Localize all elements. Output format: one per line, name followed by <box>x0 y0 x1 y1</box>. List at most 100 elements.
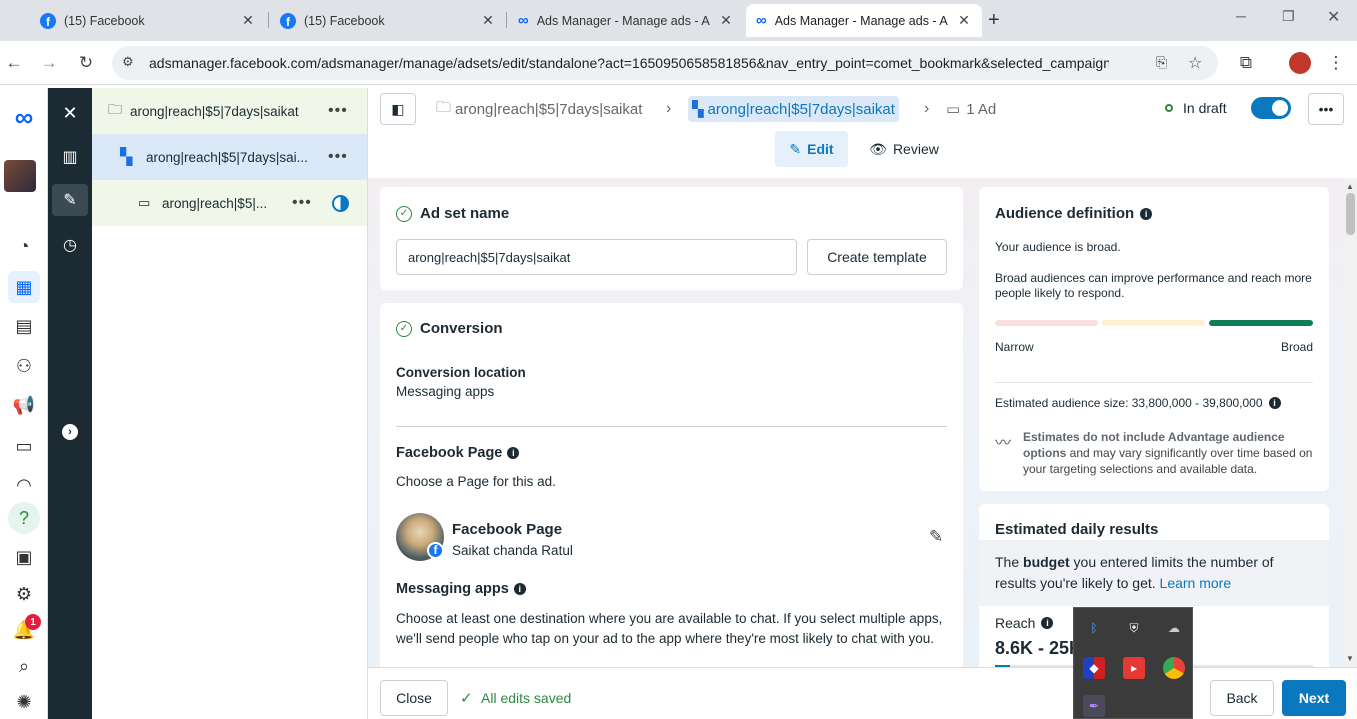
news-icon[interactable]: ▣ <box>8 541 40 573</box>
close-button[interactable]: Close <box>380 680 448 716</box>
close-tab-icon[interactable]: ✕ <box>480 12 496 29</box>
reports-icon[interactable]: ▤ <box>8 310 40 342</box>
bookmark-star-icon[interactable]: ☆ <box>1188 53 1202 73</box>
close-tab-icon[interactable]: ✕ <box>718 12 734 29</box>
info-icon[interactable]: i <box>507 447 520 459</box>
adset-grid-icon: ▚ <box>120 149 133 166</box>
editor-header: ◧ 🗀 arong|reach|$5|7days|saikat › ▚ aron… <box>368 88 1357 178</box>
scroll-up-icon[interactable]: ▲ <box>1346 182 1354 191</box>
audience-broad-text: Your audience is broad. <box>995 240 1121 254</box>
trend-icon: 〰 <box>995 435 1012 452</box>
scrollbar-thumb[interactable] <box>1346 193 1355 235</box>
extensions-icon[interactable]: ⧉ <box>1234 53 1258 73</box>
browser-tab-bar: f (15) Facebook ✕ f (15) Facebook ✕ ∞ Ad… <box>0 0 1357 41</box>
breadcrumb-ad[interactable]: ▭ 1 Ad <box>946 96 996 122</box>
edit-pencil-icon[interactable]: ✎ <box>52 184 88 216</box>
campaign-more-icon[interactable]: ••• <box>328 102 348 120</box>
chrome-icon[interactable] <box>1163 657 1185 679</box>
close-tab-icon[interactable]: ✕ <box>956 12 972 29</box>
facebook-icon: f <box>280 12 296 29</box>
reload-icon[interactable]: ↻ <box>74 53 98 73</box>
adset-more-icon[interactable]: ••• <box>328 148 348 166</box>
tab-divider <box>506 12 507 28</box>
next-button[interactable]: Next <box>1282 680 1346 716</box>
tree-adset-row[interactable]: ▚ arong|reach|$5|7days|sai... ••• <box>92 134 367 180</box>
expand-panel-icon[interactable]: › <box>54 416 86 448</box>
learn-more-link[interactable]: Learn more <box>1160 575 1232 591</box>
screen-recorder-icon[interactable]: ▸ <box>1123 657 1145 679</box>
reach-row: Reach i <box>995 615 1054 631</box>
billing-card-icon[interactable]: ▭ <box>8 430 40 462</box>
install-icon[interactable]: ⎘ <box>1156 54 1167 71</box>
check-circle-icon: ✓ <box>396 320 412 337</box>
budget-text-bold: budget <box>1023 554 1070 570</box>
campaign-megaphone-icon[interactable]: 📢 <box>8 389 40 421</box>
cloud-offline-icon[interactable]: ☁ <box>1163 617 1185 639</box>
browser-tab[interactable]: f (15) Facebook ✕ <box>270 4 506 37</box>
bluetooth-icon[interactable]: ᛒ <box>1083 617 1105 639</box>
forward-icon[interactable]: → <box>37 53 61 73</box>
content-scrollbar[interactable]: ▲ ▼ <box>1343 178 1357 667</box>
audience-size-row: Estimated audience size: 33,800,000 - 39… <box>995 396 1281 410</box>
browser-tab[interactable]: f (15) Facebook ✕ <box>30 4 266 37</box>
edit-page-pencil-icon[interactable]: ✎ <box>929 527 943 547</box>
status-toggle[interactable] <box>1251 97 1291 119</box>
browser-tab[interactable]: ∞ Ads Manager - Manage ads - A ✕ <box>508 4 744 37</box>
toggle-tree-icon[interactable]: ◧ <box>380 93 416 125</box>
site-info-icon[interactable]: ⚙ <box>122 54 134 70</box>
tree-campaign-row[interactable]: 🗀 arong|reach|$5|7days|saikat ••• <box>92 88 367 134</box>
adset-name-input[interactable]: arong|reach|$5|7days|saikat <box>396 239 797 275</box>
tree-ad-row[interactable]: ▭ arong|reach|$5|... ••• <box>92 180 367 226</box>
close-window-icon[interactable]: ✕ <box>1327 7 1340 27</box>
performance-chart-icon[interactable]: ▥ <box>54 141 86 173</box>
results-title: Estimated daily results <box>995 521 1159 538</box>
edit-pencil-icon: ✎ <box>789 140 802 157</box>
close-tab-icon[interactable]: ✕ <box>240 12 256 29</box>
saved-status: All edits saved <box>481 690 572 706</box>
pen-app-icon[interactable]: ✒ <box>1083 695 1105 717</box>
info-icon[interactable]: i <box>1140 207 1153 220</box>
ads-manager-table-icon[interactable]: ▦ <box>8 271 40 303</box>
more-options-icon[interactable]: ••• <box>1308 93 1344 125</box>
minimize-icon[interactable]: ─ <box>1236 8 1246 24</box>
eye-icon: 👁 <box>869 140 887 157</box>
settings-gear-icon[interactable]: ⚙ <box>8 578 40 610</box>
address-bar[interactable]: ⚙ adsmanager.facebook.com/adsmanager/man… <box>112 46 1218 80</box>
search-icon[interactable]: ⌕ <box>8 650 40 682</box>
tab-title: (15) Facebook <box>304 13 385 28</box>
info-icon[interactable]: i <box>1268 397 1281 409</box>
close-editor-icon[interactable]: ✕ <box>54 97 86 129</box>
breadcrumb-chevron-icon: › <box>924 100 930 117</box>
bug-report-icon[interactable]: ✺ <box>8 686 40 718</box>
history-clock-icon[interactable]: ◷ <box>54 229 86 261</box>
scroll-down-icon[interactable]: ▼ <box>1346 654 1354 663</box>
create-template-button[interactable]: Create template <box>807 239 947 275</box>
notification-badge: 1 <box>25 614 41 630</box>
tab-title: Ads Manager - Manage ads - A <box>536 13 710 28</box>
restore-icon[interactable]: ❐ <box>1282 8 1295 25</box>
meta-logo-icon[interactable]: ∞ <box>8 101 40 133</box>
breadcrumb-ad-label: 1 Ad <box>966 100 997 118</box>
security-shield-icon[interactable]: ⛨ <box>1123 617 1145 639</box>
ad-icon: ▭ <box>138 195 151 210</box>
dashboard-icon[interactable]: ◔ <box>8 230 40 262</box>
info-icon[interactable]: i <box>513 583 526 595</box>
info-icon[interactable]: i <box>1041 617 1054 629</box>
profile-avatar[interactable] <box>1289 52 1311 74</box>
browser-tab-active[interactable]: ∞ Ads Manager - Manage ads - A ✕ <box>746 4 982 37</box>
back-icon[interactable]: ← <box>2 53 26 73</box>
tree-ad-name: arong|reach|$5|... <box>162 195 268 211</box>
breadcrumb-adset[interactable]: ▚ arong|reach|$5|7days|saikat <box>688 96 899 122</box>
breadcrumb-campaign[interactable]: 🗀 arong|reach|$5|7days|saikat <box>436 96 642 122</box>
app-tray-icon[interactable]: ◆ <box>1083 657 1105 679</box>
help-icon[interactable]: ? <box>8 502 40 534</box>
edit-tab[interactable]: ✎ Edit <box>775 131 848 167</box>
ad-more-icon[interactable]: ••• <box>292 194 312 212</box>
account-avatar[interactable] <box>4 160 36 192</box>
review-tab[interactable]: 👁 Review <box>866 131 942 167</box>
new-tab-icon[interactable]: + <box>988 9 1000 32</box>
conversion-location-label: Conversion location <box>396 365 526 380</box>
back-button[interactable]: Back <box>1210 680 1274 716</box>
audiences-icon[interactable]: ⚇ <box>8 350 40 382</box>
chrome-menu-icon[interactable]: ⋮ <box>1324 53 1348 73</box>
